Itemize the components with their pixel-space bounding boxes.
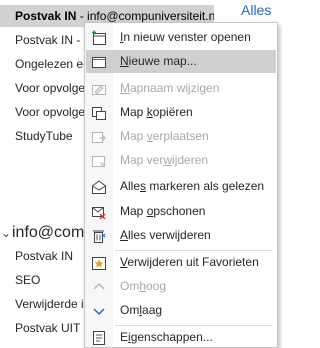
rename-folder-icon [91, 81, 107, 97]
folder-item[interactable]: Verwijderde it [15, 293, 87, 315]
account-label: info@com [12, 224, 85, 242]
folder-item[interactable]: Ongelezen e- [15, 53, 87, 75]
menu-item-rename-folder[interactable]: Mapnaam wijzigen [86, 77, 276, 100]
favorites-remove-icon [91, 255, 107, 271]
account-header[interactable]: ⌄info@com [0, 220, 84, 246]
clean-up-icon [91, 204, 107, 220]
folder-item[interactable]: Postvak UIT [15, 317, 80, 339]
menu-item-move-up[interactable]: Omhoog [86, 275, 276, 298]
folder-item[interactable]: Voor opvolge [15, 77, 85, 99]
menu-item-remove-from-favorites[interactable]: Verwijderen uit Favorieten [86, 251, 276, 274]
menu-item-label: Map verwijderen [120, 153, 209, 167]
menu-item-label: Verwijderen uit Favorieten [120, 255, 259, 269]
folder-account-suffix: - info@compuniversiteit.nl [76, 9, 214, 23]
chevron-down-icon: ⌄ [0, 226, 12, 240]
menu-item-mark-all-read[interactable]: Alles markeren als gelezen [86, 175, 276, 198]
move-folder-icon [91, 129, 107, 145]
menu-item-delete-folder[interactable]: Map verwijderen [86, 149, 276, 172]
delete-all-icon [91, 228, 107, 244]
properties-icon [91, 330, 107, 346]
menu-item-label: Map opschonen [120, 204, 206, 218]
menu-item-label: Nieuwe map... [120, 54, 197, 68]
menu-item-label: In nieuw venster openen [120, 30, 251, 44]
outlook-window: Postvak IN - info@compuniversiteit.nl Po… [0, 0, 282, 348]
menu-item-label: Eigenschappen... [120, 330, 213, 344]
menu-item-copy-folder[interactable]: Map kopiëren [86, 101, 276, 124]
menu-item-label: Map verplaatsen [120, 129, 209, 143]
menu-item-delete-all[interactable]: Alles verwijderen [86, 224, 276, 247]
menu-item-open-new-window[interactable]: In nieuw venster openen [86, 26, 276, 49]
menu-item-label: Alles markeren als gelezen [120, 179, 265, 193]
menu-item-properties[interactable]: Eigenschappen... [86, 326, 276, 348]
folder-item[interactable]: Postvak IN - f [15, 29, 87, 51]
menu-item-move-folder[interactable]: Map verplaatsen [86, 125, 276, 148]
filter-tab-all[interactable]: Alles [241, 2, 271, 18]
move-up-icon [91, 279, 107, 295]
delete-folder-icon [91, 153, 107, 169]
folder-name: Postvak IN [15, 9, 77, 23]
menu-item-label: Map kopiëren [120, 105, 193, 119]
menu-item-move-down[interactable]: Omlaag [86, 299, 276, 322]
folder-item[interactable]: Voor opvolge [15, 101, 85, 123]
menu-item-label: Alles verwijderen [120, 228, 211, 242]
menu-item-label: Mapnaam wijzigen [120, 81, 220, 95]
menu-item-label: Omhoog [120, 279, 167, 293]
menu-item-clean-up-folder[interactable]: Map opschonen [86, 200, 276, 223]
copy-folder-icon [91, 105, 107, 121]
folder-item[interactable]: StudyTube [15, 125, 73, 147]
folder-context-menu: In nieuw venster openen Nieuwe map... Ma… [84, 22, 278, 348]
new-window-icon [91, 30, 107, 46]
folder-item[interactable]: SEO [15, 269, 40, 291]
folder-item[interactable]: Postvak IN [15, 245, 73, 267]
new-folder-icon [91, 54, 107, 70]
menu-item-new-folder[interactable]: Nieuwe map... [86, 50, 276, 73]
menu-item-label: Omlaag [120, 303, 163, 317]
move-down-icon [91, 303, 107, 319]
mark-read-icon [91, 179, 107, 195]
